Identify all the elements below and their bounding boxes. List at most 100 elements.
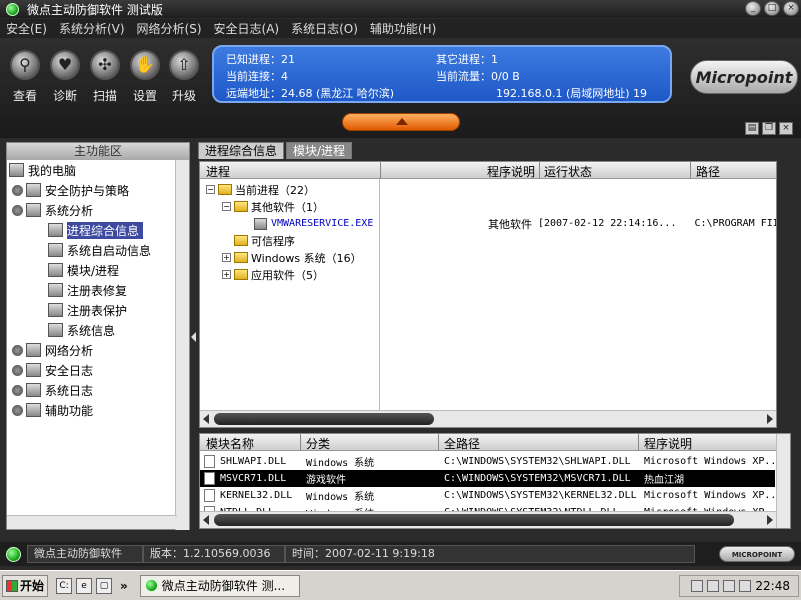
- app-icon: [6, 2, 19, 16]
- tree-other-software[interactable]: − 其他软件（1）: [222, 198, 324, 215]
- module-vertical-scrollbar[interactable]: [776, 434, 790, 528]
- maximize-button[interactable]: □: [764, 1, 780, 16]
- tree-label: 辅助功能: [45, 403, 94, 418]
- keyboard-icon[interactable]: [691, 580, 704, 592]
- tree-network-analysis[interactable]: 网络分析: [12, 340, 93, 360]
- col-module-name[interactable]: 模块名称: [206, 435, 254, 452]
- tree-my-computer[interactable]: 我的电脑: [9, 160, 76, 180]
- col-process[interactable]: 进程: [206, 163, 230, 180]
- volume-icon[interactable]: [723, 580, 736, 592]
- module-row-selected[interactable]: MSVCR71.DLL 游戏软件 C:\WINDOWS\SYSTEM32\MSV…: [200, 470, 775, 487]
- process-horizontal-scrollbar[interactable]: [200, 410, 776, 427]
- tree-process-info[interactable]: 进程综合信息: [48, 220, 144, 240]
- tree-label-selected: 进程综合信息: [67, 221, 144, 239]
- collapse-icon[interactable]: [12, 204, 23, 216]
- tree-registry-repair[interactable]: 注册表修复: [48, 280, 127, 300]
- tree-label: 其他软件（1）: [251, 200, 324, 214]
- scroll-left-icon[interactable]: [203, 414, 209, 424]
- tree-label: 系统分析: [45, 203, 94, 218]
- expand-icon[interactable]: [12, 384, 23, 396]
- module-row[interactable]: KERNEL32.DLL Windows 系统 C:\WINDOWS\SYSTE…: [200, 487, 782, 504]
- folder-icon: [234, 269, 248, 280]
- restore-icon[interactable]: ❐: [762, 122, 776, 135]
- col-description[interactable]: 程序说明: [487, 163, 535, 180]
- start-button[interactable]: 开始: [2, 574, 48, 597]
- menu-aux[interactable]: 辅助功能(H): [370, 20, 436, 37]
- close-button[interactable]: ×: [783, 1, 799, 16]
- network-tray-icon[interactable]: [707, 580, 720, 592]
- cmd-icon[interactable]: C:: [56, 577, 72, 594]
- collapse-icon[interactable]: −: [222, 202, 231, 211]
- settings-button[interactable]: ✋ 设置: [125, 50, 165, 104]
- collapse-icon[interactable]: −: [206, 185, 215, 194]
- col-full-path[interactable]: 全路径: [444, 435, 480, 452]
- network-icon: [26, 343, 41, 357]
- ie-icon[interactable]: e: [76, 577, 92, 594]
- tree-aux-functions[interactable]: 辅助功能: [12, 400, 93, 420]
- col-path[interactable]: 路径: [696, 163, 720, 180]
- left-vertical-scrollbar[interactable]: [175, 160, 189, 530]
- local-address: 192.168.0.1 (局域网地址) 19: [496, 87, 648, 100]
- tree-system-log[interactable]: 系统日志: [12, 380, 93, 400]
- startup-icon: [48, 243, 63, 257]
- tree-registry-protect[interactable]: 注册表保护: [48, 300, 127, 320]
- upgrade-button[interactable]: ⇧ 升级: [164, 50, 204, 104]
- taskbar-app-button[interactable]: 微点主动防御软件 测...: [139, 574, 300, 597]
- tree-vmwareservice[interactable]: VMWARESERVICE.EXE: [254, 215, 373, 232]
- tree-trusted[interactable]: 可信程序: [234, 232, 295, 249]
- module-horizontal-scrollbar[interactable]: [200, 511, 776, 528]
- module-row[interactable]: SHLWAPI.DLL Windows 系统 C:\WINDOWS\SYSTEM…: [200, 453, 782, 470]
- detail-row[interactable]: 其他软件 [2007-02-12 22:14:16... C:\PROGRAM …: [488, 215, 776, 232]
- scroll-thumb[interactable]: [214, 514, 734, 526]
- tree-security-log[interactable]: 安全日志: [12, 360, 93, 380]
- col-category[interactable]: 分类: [306, 435, 330, 452]
- start-label: 开始: [19, 579, 44, 593]
- tree-windows-system[interactable]: + Windows 系统（16）: [222, 249, 362, 266]
- scroll-right-icon[interactable]: [767, 515, 773, 525]
- scroll-right-icon[interactable]: [767, 414, 773, 424]
- scroll-left-icon[interactable]: [203, 515, 209, 525]
- tree-label: 安全日志: [45, 363, 94, 378]
- tree-current-process[interactable]: − 当前进程（22）: [206, 181, 315, 198]
- tree-module-process[interactable]: 模块/进程: [48, 260, 119, 280]
- tree-startup-info[interactable]: 系统自启动信息: [48, 240, 151, 260]
- taskbar: 开始 C: e ▢ » 微点主动防御软件 测... 22:48: [0, 570, 801, 600]
- col-module-desc[interactable]: 程序说明: [644, 435, 692, 452]
- tab-process-info[interactable]: 进程综合信息: [198, 142, 285, 159]
- view-button[interactable]: ⚲ 查看: [5, 50, 45, 104]
- security-tray-icon[interactable]: [739, 580, 752, 592]
- tile-icon[interactable]: ▤: [745, 122, 759, 135]
- tree-security-policy[interactable]: 安全防护与策略: [12, 180, 129, 200]
- menu-system-analysis[interactable]: 系统分析(V): [59, 20, 125, 37]
- tree-applications[interactable]: + 应用软件（5）: [222, 266, 324, 283]
- expand-icon[interactable]: [12, 404, 23, 416]
- menu-security-log[interactable]: 安全日志(A): [214, 20, 280, 37]
- expand-icon[interactable]: [12, 344, 23, 356]
- expand-icon[interactable]: [12, 364, 23, 376]
- left-horizontal-scrollbar[interactable]: [7, 515, 177, 529]
- panel-splitter[interactable]: [190, 142, 198, 530]
- expand-icon[interactable]: [12, 184, 23, 196]
- quick-launch-chevron-icon[interactable]: »: [120, 579, 128, 593]
- tree-system-analysis[interactable]: 系统分析: [12, 200, 93, 220]
- tree-system-info[interactable]: 系统信息: [48, 320, 115, 340]
- view-label: 查看: [12, 89, 37, 103]
- expand-icon[interactable]: +: [222, 270, 231, 279]
- minimize-button[interactable]: _: [745, 1, 761, 16]
- tab-module-process[interactable]: 模块/进程: [286, 142, 353, 159]
- col-status[interactable]: 运行状态: [544, 163, 592, 180]
- process-icon: [48, 223, 63, 237]
- col-divider: [690, 162, 691, 179]
- folder-icon[interactable]: ▢: [96, 577, 112, 594]
- menu-system-log[interactable]: 系统日志(O): [291, 20, 358, 37]
- diagnose-button[interactable]: ♥ 诊断: [45, 50, 85, 104]
- scroll-thumb[interactable]: [214, 413, 434, 425]
- menu-security[interactable]: 安全(E): [6, 20, 47, 37]
- close-panel-icon[interactable]: ×: [779, 122, 793, 135]
- status-version: 版本：1.2.10569.0036: [143, 545, 285, 563]
- collapse-panel-button[interactable]: [342, 113, 460, 131]
- expand-icon[interactable]: +: [222, 253, 231, 262]
- menu-network-analysis[interactable]: 网络分析(S): [137, 20, 202, 37]
- scan-button[interactable]: ✣ 扫描: [85, 50, 125, 104]
- tree-label: 系统日志: [45, 383, 94, 398]
